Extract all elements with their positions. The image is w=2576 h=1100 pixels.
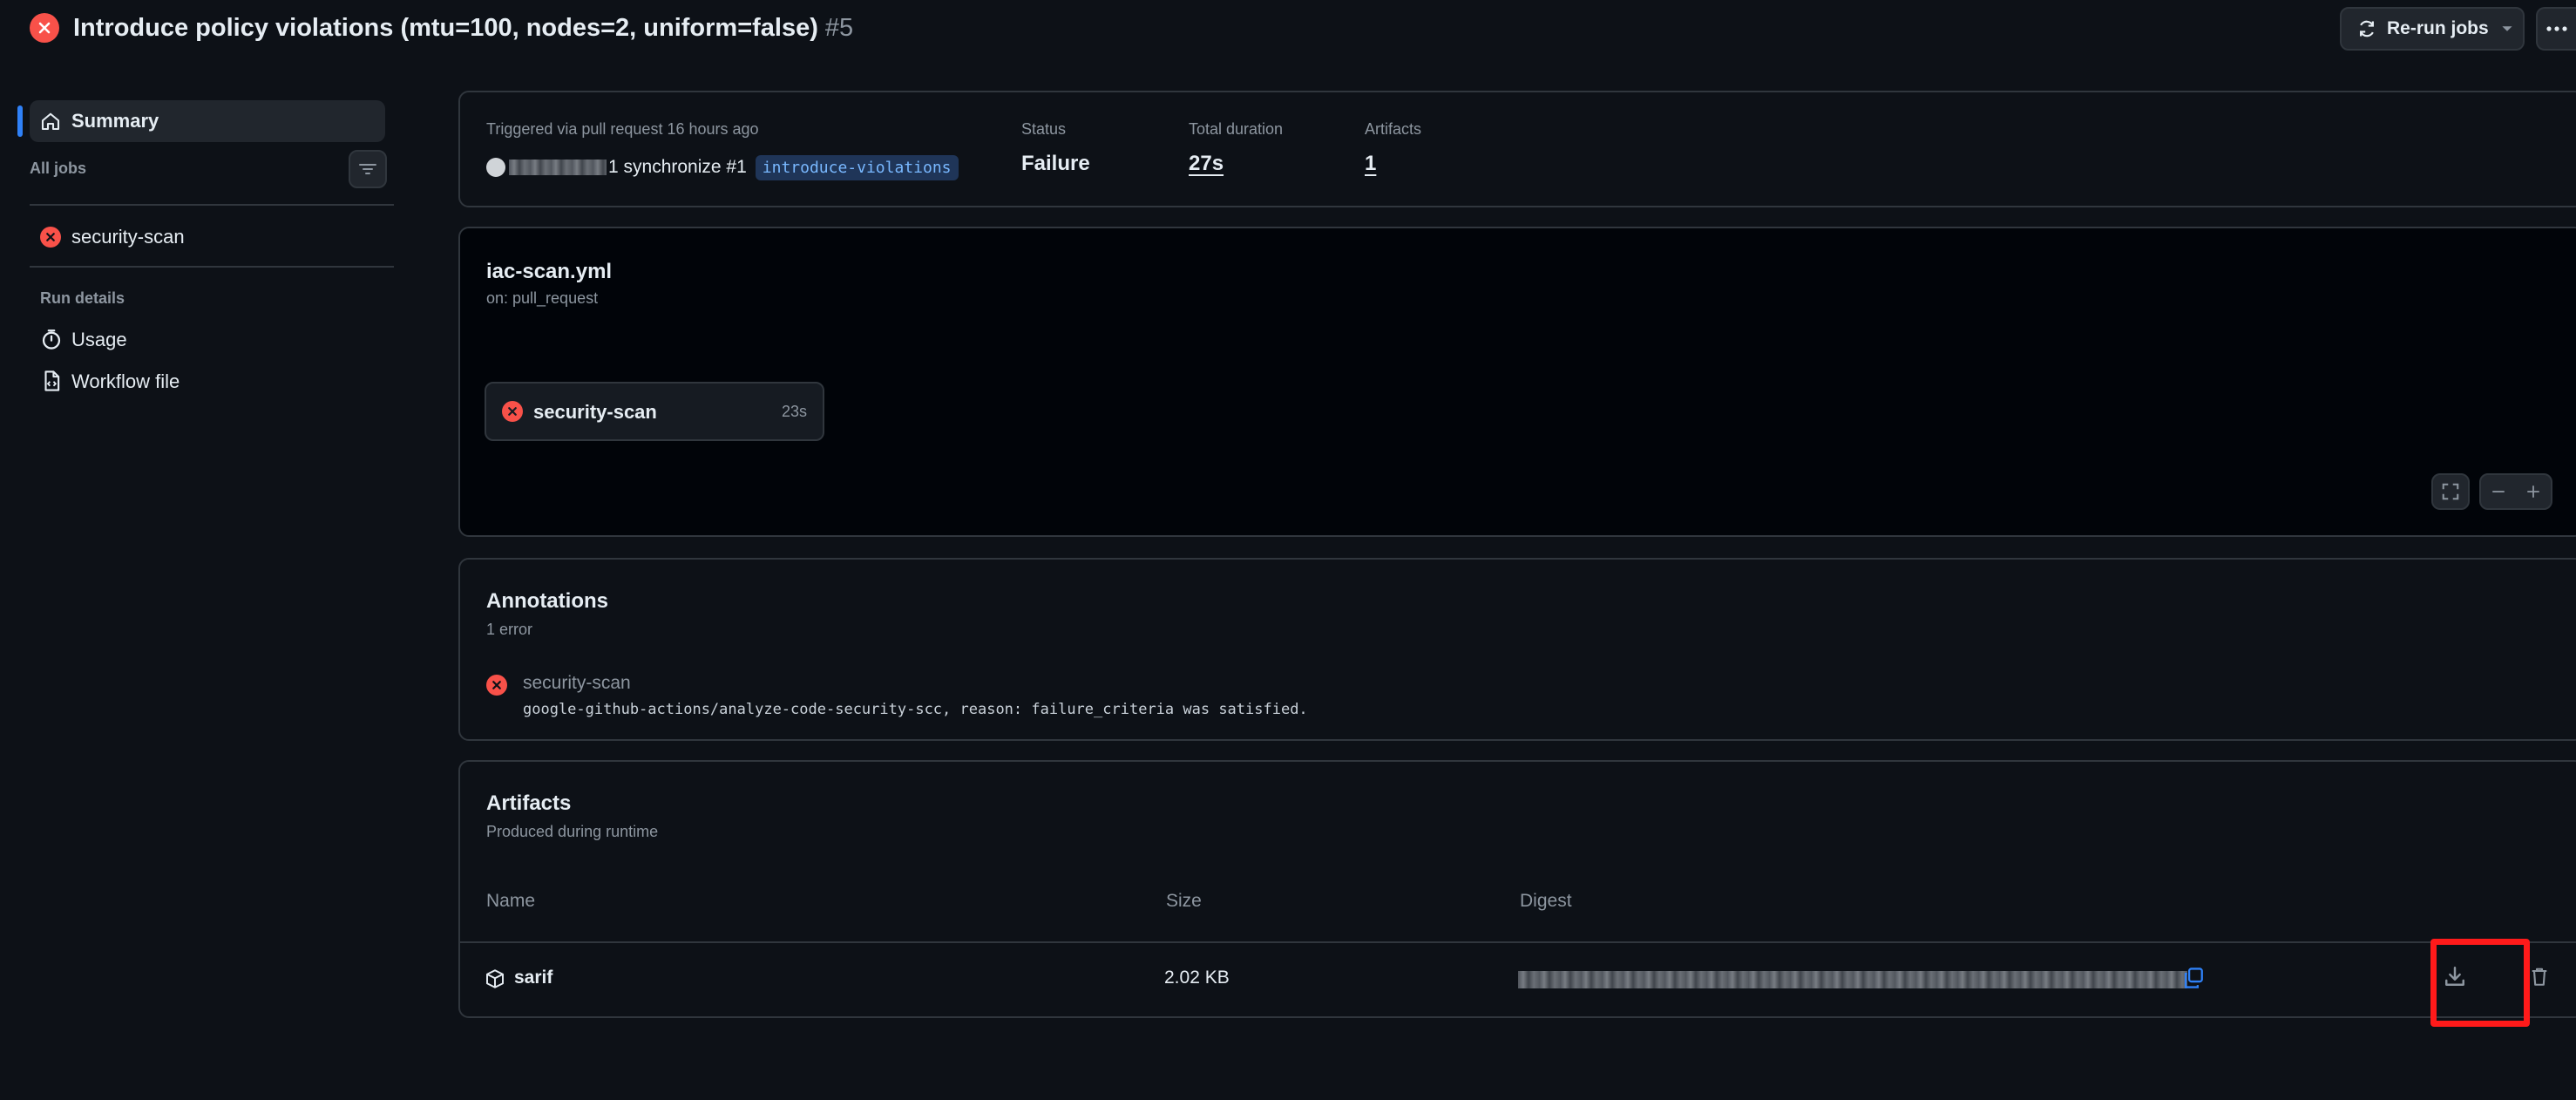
annotation-job-link[interactable]: security-scan (523, 673, 631, 694)
x-circle-icon (502, 401, 523, 422)
sidebar-usage-label: Usage (71, 329, 127, 350)
column-header-digest: Digest (1520, 891, 1572, 911)
trigger-actor-row: 1 synchronize #1 introduce-violations (486, 153, 959, 181)
kebab-horizontal-icon (2546, 26, 2567, 31)
zoom-out-icon[interactable] (2491, 484, 2506, 499)
duration-label: Total duration (1189, 120, 1284, 138)
artifacts-count-label: Artifacts (1365, 120, 1422, 138)
filter-icon (359, 164, 376, 174)
page-title: Introduce policy violations (mtu=100, no… (73, 13, 818, 42)
filter-jobs-button[interactable] (349, 150, 387, 188)
x-circle-icon (30, 13, 59, 43)
artifacts-title: Artifacts (486, 791, 572, 815)
avatar (486, 158, 505, 177)
run-details-heading: Run details (40, 289, 125, 307)
workflow-job-card[interactable]: security-scan 23s (485, 382, 824, 441)
all-jobs-heading: All jobs (30, 160, 87, 177)
screen-full-icon (2442, 483, 2459, 500)
page-header: Introduce policy violations (mtu=100, no… (30, 10, 853, 45)
copy-icon[interactable] (2182, 966, 2205, 990)
active-indicator (17, 105, 23, 137)
annotation-message: google-github-actions/analyze-code-secur… (523, 701, 1308, 718)
status-value: Failure (1021, 152, 1090, 175)
branch-label[interactable]: introduce-violations (755, 154, 959, 180)
run-number: #5 (824, 13, 854, 42)
sidebar-item-usage[interactable]: Usage (30, 323, 387, 357)
sidebar-item-workflow-file[interactable]: Workflow file (30, 364, 387, 399)
caret-down-icon (2502, 26, 2512, 31)
x-circle-icon (486, 675, 507, 696)
package-icon (486, 969, 504, 988)
workflow-file-name: iac-scan.yml (486, 260, 613, 283)
sync-icon (2360, 20, 2374, 37)
artifacts-subtitle: Produced during runtime (486, 823, 659, 840)
column-header-size: Size (1166, 891, 1202, 911)
annotations-title: Annotations (486, 589, 608, 613)
trigger-event-text: 1 synchronize #1 (608, 157, 747, 177)
sidebar-divider (30, 204, 394, 206)
redacted-digest (1518, 971, 2187, 988)
artifact-size: 2.02 KB (1164, 968, 1230, 988)
sidebar-summary-label: Summary (71, 110, 159, 132)
run-summary-panel: Triggered via pull request 16 hours ago … (458, 91, 2576, 207)
download-highlight-box (2430, 939, 2530, 1027)
job-card-duration: 23s (781, 403, 807, 420)
more-options-button[interactable] (2536, 7, 2576, 51)
file-code-icon (44, 370, 60, 391)
annotations-count: 1 error (486, 621, 533, 638)
sidebar-job-security-scan[interactable]: security-scan (30, 221, 387, 256)
job-card-name: security-scan (533, 401, 657, 423)
fullscreen-button[interactable] (2431, 473, 2470, 510)
status-label: Status (1021, 120, 1067, 138)
sidebar-job-label: security-scan (71, 226, 185, 248)
home-icon (41, 112, 60, 131)
duration-link[interactable]: 27s (1189, 152, 1224, 176)
table-row: sarif 2.02 KB (460, 943, 2569, 1016)
annotations-panel: Annotations 1 error security-scan google… (458, 558, 2576, 741)
redacted-username (509, 160, 607, 175)
trash-icon[interactable] (2529, 964, 2550, 988)
artifacts-count-link[interactable]: 1 (1365, 152, 1376, 176)
sidebar-item-summary[interactable]: Summary (17, 100, 385, 142)
column-header-name: Name (486, 891, 536, 911)
artifact-name-link[interactable]: sarif (514, 968, 552, 988)
x-circle-icon (40, 227, 61, 248)
stopwatch-icon (42, 329, 61, 350)
trigger-text: Triggered via pull request 16 hours ago (486, 120, 759, 138)
rerun-jobs-label: Re-run jobs (2387, 18, 2489, 38)
zoom-in-icon[interactable] (2525, 484, 2541, 499)
workflow-trigger: on: pull_request (486, 289, 599, 307)
rerun-jobs-button[interactable]: Re-run jobs (2340, 7, 2525, 51)
sidebar-workflow-file-label: Workflow file (71, 370, 180, 392)
zoom-controls (2479, 473, 2552, 510)
sidebar-divider (30, 266, 394, 268)
